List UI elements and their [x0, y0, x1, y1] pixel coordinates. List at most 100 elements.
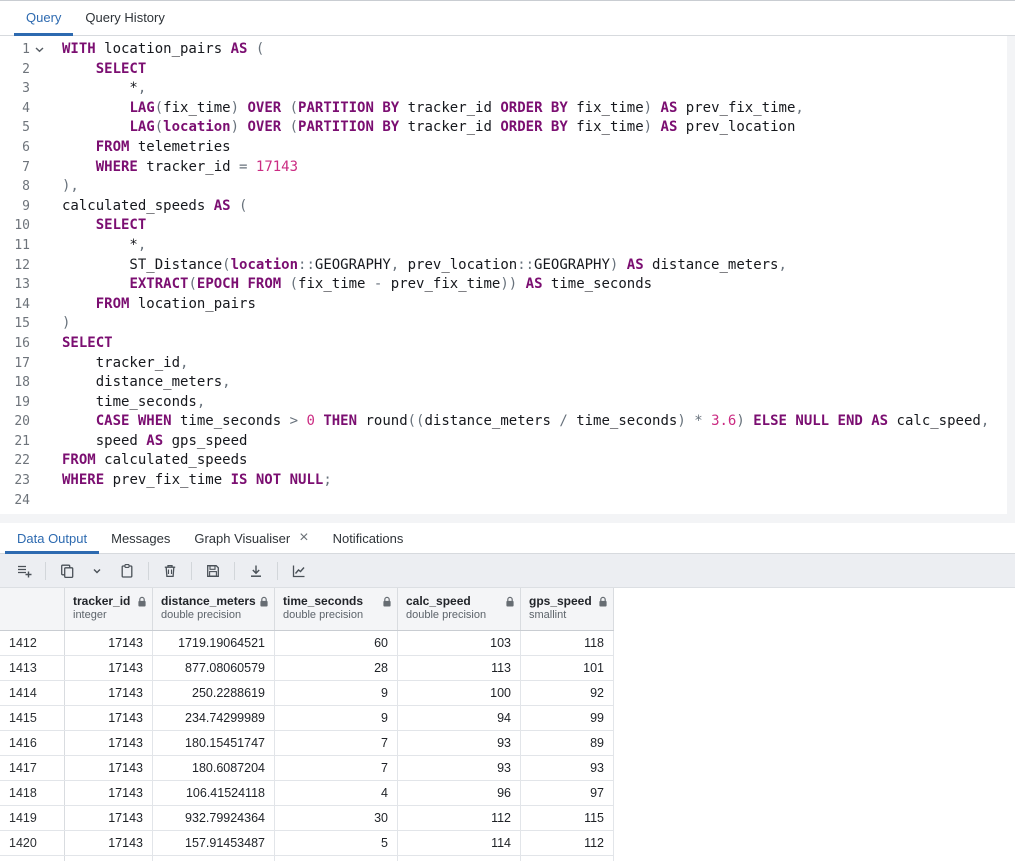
close-tab-icon[interactable]: × [299, 530, 308, 546]
column-header-tracker_id[interactable]: tracker_id integer [65, 588, 153, 630]
column-header-gps_speed[interactable]: gps_speed smallint [521, 588, 614, 630]
data-cell[interactable]: 100 [398, 681, 521, 705]
code-line[interactable]: CASE WHEN time_seconds > 0 THEN round((d… [62, 412, 1015, 432]
tab-graph-visualiser[interactable]: Graph Visualiser × [182, 523, 320, 553]
code-line[interactable]: WHERE tracker_id = 17143 [62, 158, 1015, 178]
fold-chevron-icon[interactable] [30, 40, 48, 60]
line-number[interactable]: 10 [0, 216, 48, 236]
tab-query[interactable]: Query [14, 1, 74, 36]
copy-options-button[interactable] [83, 558, 111, 584]
row-number-cell[interactable]: 1420 [0, 831, 65, 855]
line-number[interactable]: 21 [0, 432, 48, 452]
code-line[interactable]: ST_Distance(location::GEOGRAPHY, prev_lo… [62, 256, 1015, 276]
data-cell[interactable]: 7 [275, 756, 398, 780]
tab-messages[interactable]: Messages [99, 523, 182, 553]
data-cell[interactable]: 7 [275, 731, 398, 755]
row-number-cell[interactable]: 1414 [0, 681, 65, 705]
tab-data-output[interactable]: Data Output [5, 523, 100, 554]
line-number[interactable]: 7 [0, 158, 48, 178]
data-cell[interactable]: 9 [275, 681, 398, 705]
code-line[interactable]: *, [62, 236, 1015, 256]
code-line[interactable]: EXTRACT(EPOCH FROM (fix_time - prev_fix_… [62, 275, 1015, 295]
line-number[interactable]: 20 [0, 412, 48, 432]
line-number[interactable]: 13 [0, 275, 48, 295]
data-cell[interactable]: 92 [521, 681, 614, 705]
data-cell[interactable]: 114 [398, 831, 521, 855]
data-cell[interactable]: 4 [275, 781, 398, 805]
row-number-cell[interactable]: 1415 [0, 706, 65, 730]
code-line[interactable]: calculated_speeds AS ( [62, 197, 1015, 217]
data-cell[interactable]: 17143 [65, 756, 153, 780]
data-cell[interactable]: 5 [275, 831, 398, 855]
data-cell[interactable]: 93 [398, 756, 521, 780]
data-cell[interactable]: 28 [275, 656, 398, 680]
data-cell[interactable]: 932.79924364 [153, 806, 275, 830]
column-header-calc_speed[interactable]: calc_speed double precision [398, 588, 521, 630]
code-line[interactable]: time_seconds, [62, 393, 1015, 413]
data-cell[interactable]: 17143 [65, 806, 153, 830]
column-header-time_seconds[interactable]: time_seconds double precision [275, 588, 398, 630]
data-cell[interactable]: 180.15451747 [153, 731, 275, 755]
row-number-cell[interactable]: 1417 [0, 756, 65, 780]
code-line[interactable]: FROM telemetries [62, 138, 1015, 158]
data-cell[interactable]: 17143 [65, 706, 153, 730]
data-cell[interactable]: 180.6087204 [153, 756, 275, 780]
code-line[interactable]: speed AS gps_speed [62, 432, 1015, 452]
column-header-distance_meters[interactable]: distance_meters double precision [153, 588, 275, 630]
line-number[interactable]: 15 [0, 314, 48, 334]
code-line[interactable]: tracker_id, [62, 354, 1015, 374]
add-row-button[interactable] [10, 558, 38, 584]
data-cell[interactable]: 89 [521, 731, 614, 755]
delete-button[interactable] [156, 558, 184, 584]
line-number[interactable]: 5 [0, 118, 48, 138]
paste-button[interactable] [113, 558, 141, 584]
line-number[interactable]: 12 [0, 256, 48, 276]
data-cell[interactable]: 118 [521, 631, 614, 655]
code-line[interactable]: LAG(location) OVER (PARTITION BY tracker… [62, 118, 1015, 138]
data-cell[interactable]: 17143 [65, 631, 153, 655]
data-cell[interactable]: 103 [398, 631, 521, 655]
save-data-changes-button[interactable] [199, 558, 227, 584]
data-cell[interactable]: 93 [398, 731, 521, 755]
line-number[interactable]: 11 [0, 236, 48, 256]
line-number[interactable]: 14 [0, 295, 48, 315]
data-cell[interactable]: 17143 [65, 731, 153, 755]
data-cell[interactable]: 113 [398, 656, 521, 680]
line-number[interactable]: 16 [0, 334, 48, 354]
editor-code-area[interactable]: WITH location_pairs AS ( SELECT *, LAG(f… [48, 40, 1015, 523]
line-number[interactable]: 1 [0, 40, 48, 60]
data-cell[interactable]: 94 [398, 706, 521, 730]
graph-visualiser-button[interactable] [285, 558, 313, 584]
line-number[interactable]: 2 [0, 60, 48, 80]
editor-horizontal-scrollbar[interactable] [0, 514, 1015, 523]
data-cell[interactable]: 17143 [65, 656, 153, 680]
data-cell[interactable]: 99 [521, 706, 614, 730]
row-number-cell[interactable]: 1416 [0, 731, 65, 755]
line-number[interactable]: 23 [0, 471, 48, 491]
data-cell[interactable]: 9 [275, 706, 398, 730]
code-line[interactable]: FROM location_pairs [62, 295, 1015, 315]
tab-notifications[interactable]: Notifications [321, 523, 416, 553]
line-number[interactable]: 19 [0, 393, 48, 413]
sql-editor[interactable]: 1 2 3 4 5 6 7 8 9 10 11 12 13 14 15 16 17 18 19 20 21 22 23 24 … [0, 36, 1015, 523]
editor-vertical-scrollbar[interactable] [1007, 36, 1015, 514]
code-line[interactable]: ), [62, 177, 1015, 197]
data-cell[interactable]: 106.41524118 [153, 781, 275, 805]
data-cell[interactable]: 877.08060579 [153, 656, 275, 680]
data-cell[interactable]: 112 [398, 806, 521, 830]
code-line[interactable] [62, 491, 1015, 511]
row-number-cell[interactable]: 1412 [0, 631, 65, 655]
copy-button[interactable] [53, 558, 81, 584]
code-line[interactable]: SELECT [62, 60, 1015, 80]
line-number[interactable]: 8 [0, 177, 48, 197]
code-line[interactable]: WITH location_pairs AS ( [62, 40, 1015, 60]
code-line[interactable]: SELECT [62, 216, 1015, 236]
grid-corner-cell[interactable] [0, 588, 65, 630]
data-cell[interactable]: 112 [521, 831, 614, 855]
line-number[interactable]: 4 [0, 99, 48, 119]
data-cell[interactable]: 97 [521, 781, 614, 805]
download-results-button[interactable] [242, 558, 270, 584]
data-cell[interactable]: 30 [275, 806, 398, 830]
data-cell[interactable]: 234.74299989 [153, 706, 275, 730]
data-cell[interactable]: 96 [398, 781, 521, 805]
